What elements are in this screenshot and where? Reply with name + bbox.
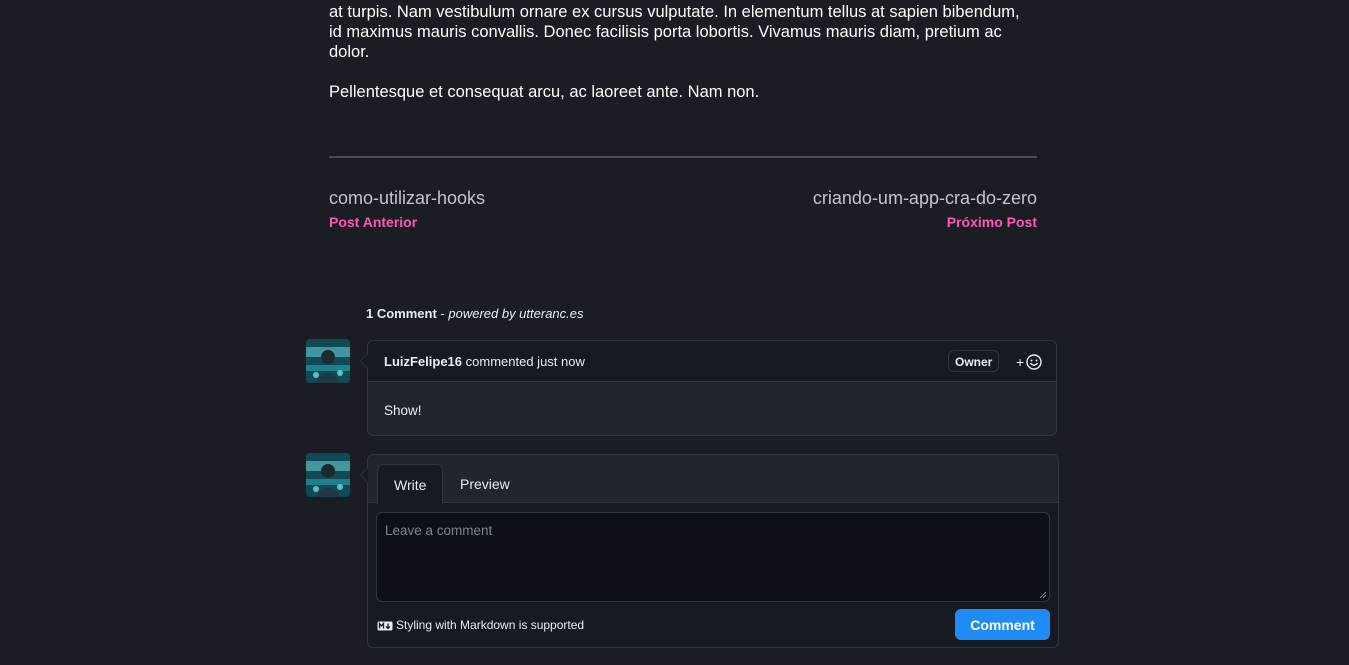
comment-input[interactable] — [376, 512, 1050, 602]
article-paragraph: at turpis. Nam vestibulum ornare ex curs… — [329, 3, 1020, 61]
divider — [329, 156, 1037, 158]
editor-tabs: Write Preview — [368, 455, 1058, 504]
powered-by-link[interactable]: powered by utteranc.es — [448, 306, 583, 321]
tab-write[interactable]: Write — [377, 464, 444, 504]
previous-post-link[interactable]: como-utilizar-hooks Post Anterior — [329, 186, 485, 232]
markdown-icon — [377, 621, 393, 631]
comment-meta: LuizFelipe16 commented just now — [384, 352, 585, 372]
previous-post-slug[interactable]: como-utilizar-hooks — [329, 186, 485, 210]
next-post-label[interactable]: Próximo Post — [813, 212, 1037, 232]
article-paragraph: Pellentesque et consequat arcu, ac laore… — [329, 83, 760, 101]
add-reaction-button[interactable]: + — [1014, 352, 1044, 372]
avatar[interactable] — [306, 453, 350, 497]
markdown-hint-link[interactable]: Styling with Markdown is supported — [396, 618, 584, 632]
comment-count: 1 Comment — [366, 306, 437, 321]
avatar-image — [306, 453, 350, 497]
comments-separator: - — [436, 306, 449, 321]
avatar-image — [306, 339, 350, 383]
owner-badge: Owner — [948, 350, 1000, 372]
comment-timestamp: commented just now — [462, 354, 585, 369]
comment-author[interactable]: LuizFelipe16 — [384, 354, 462, 369]
next-post-slug[interactable]: criando-um-app-cra-do-zero — [813, 186, 1037, 210]
comment-editor: Write Preview Styling with Markdown is s… — [360, 454, 1059, 648]
comment: LuizFelipe16 commented just now Owner + … — [360, 340, 1057, 436]
next-post-link[interactable]: criando-um-app-cra-do-zero Próximo Post — [813, 186, 1037, 232]
comments-header: 1 Comment - powered by utteranc.es — [366, 304, 584, 324]
reaction-plus: + — [1016, 354, 1025, 370]
markdown-hint: Styling with Markdown is supported — [377, 617, 584, 633]
previous-post-label[interactable]: Post Anterior — [329, 212, 485, 232]
avatar[interactable] — [306, 339, 350, 383]
tab-preview[interactable]: Preview — [444, 464, 526, 504]
smiley-icon — [1026, 354, 1042, 370]
resize-handle-icon[interactable] — [1039, 591, 1047, 599]
comment-submit-button[interactable]: Comment — [955, 609, 1050, 640]
comment-body: Show! — [384, 403, 422, 418]
comment-header: LuizFelipe16 commented just now Owner + — [368, 341, 1056, 382]
